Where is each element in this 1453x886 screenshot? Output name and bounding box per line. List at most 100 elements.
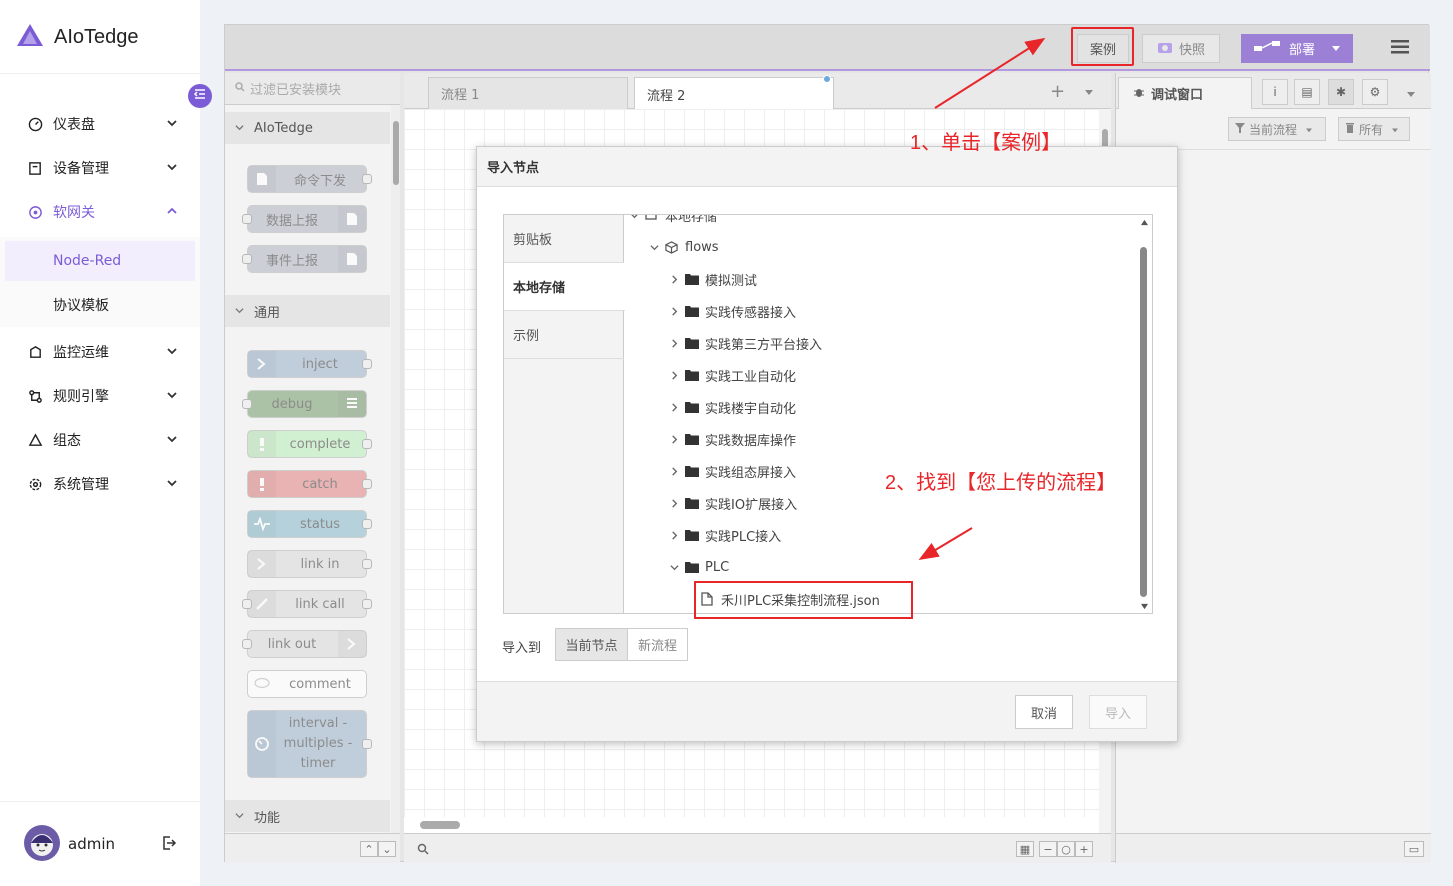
tree-folder[interactable]: 模拟测试 xyxy=(625,263,1135,295)
folder-icon xyxy=(685,465,699,477)
palette-node-catch[interactable]: catch xyxy=(247,470,372,498)
import-current-flow-button[interactable]: 当前节点 xyxy=(555,628,628,661)
palette-node-command[interactable]: 命令下发 xyxy=(247,165,372,193)
sidebar-item-devices[interactable]: 设备管理 xyxy=(0,146,200,190)
snapshot-button[interactable]: 快照 xyxy=(1142,34,1220,63)
zoom-reset-button[interactable]: ○ xyxy=(1057,841,1075,857)
tree-folder[interactable]: 实践传感器接入 xyxy=(625,295,1135,327)
library-tabs: 剪贴板 本地存储 示例 xyxy=(504,215,625,613)
sidebar-subitem-protocol-template[interactable]: 协议模板 xyxy=(0,285,200,325)
palette-node-comment[interactable]: comment xyxy=(247,670,367,698)
palette-node-interval-timer[interactable]: interval - multiples - timer xyxy=(247,710,372,778)
palette-scrollbar[interactable] xyxy=(391,105,400,863)
tree-scrollbar[interactable] xyxy=(1137,215,1152,613)
palette-category-common[interactable]: 通用 xyxy=(225,295,390,327)
filter-current-flow[interactable]: 当前流程 xyxy=(1228,117,1326,141)
input-port[interactable] xyxy=(242,599,252,609)
import-button[interactable]: 导入 xyxy=(1089,695,1147,729)
sidebar-item-dashboard[interactable]: 仪表盘 xyxy=(0,102,200,146)
palette-category-function[interactable]: 功能 xyxy=(225,800,390,832)
output-port[interactable] xyxy=(362,479,372,489)
logout-icon[interactable] xyxy=(160,834,178,856)
tab-examples[interactable]: 示例 xyxy=(504,311,624,359)
expand-all-button[interactable]: ⌄ xyxy=(378,841,396,857)
input-port[interactable] xyxy=(242,399,252,409)
palette-node-link-call[interactable]: link call xyxy=(242,590,372,618)
filter-icon xyxy=(1235,122,1245,136)
map-icon[interactable]: ▦ xyxy=(1016,841,1034,857)
palette-node-link-in[interactable]: link in xyxy=(247,550,372,578)
palette-node-event-report[interactable]: 事件上报 xyxy=(242,245,367,273)
avatar[interactable] xyxy=(24,825,60,861)
tree-folder[interactable]: 实践数据库操作 xyxy=(625,423,1135,455)
palette-node-status[interactable]: status xyxy=(247,510,372,538)
sidebar-footer: ▭ xyxy=(1116,833,1431,863)
tree-root[interactable]: 本地存储 xyxy=(625,215,1135,231)
tab-flow-1[interactable]: 流程 1 xyxy=(428,77,628,109)
chevron-down-icon xyxy=(667,563,681,572)
collapse-all-button[interactable]: ⌃ xyxy=(360,841,378,857)
tab-list-caret-icon[interactable] xyxy=(1084,85,1094,100)
output-port[interactable] xyxy=(362,174,372,184)
palette-node-link-out[interactable]: link out xyxy=(242,630,367,658)
palette-node-label: status xyxy=(300,516,340,532)
palette-node-debug[interactable]: debug xyxy=(242,390,367,418)
tab-flow-2[interactable]: 流程 2 xyxy=(634,75,834,110)
main-menu-button[interactable] xyxy=(1385,34,1415,63)
zoom-out-button[interactable]: − xyxy=(1039,841,1057,857)
input-port[interactable] xyxy=(242,639,252,649)
book-icon[interactable]: ▤ xyxy=(1294,79,1320,105)
output-port[interactable] xyxy=(362,359,372,369)
tab-label: 流程 2 xyxy=(647,88,686,104)
sidebar-subitem-node-red[interactable]: Node-Red xyxy=(5,241,195,281)
sidebar-item-rules[interactable]: 规则引擎 xyxy=(0,374,200,418)
monitor-icon[interactable]: ▭ xyxy=(1404,841,1424,857)
output-port[interactable] xyxy=(362,519,372,529)
tree-folder[interactable]: 实践第三方平台接入 xyxy=(625,327,1135,359)
chevron-down-icon xyxy=(166,389,178,405)
input-port[interactable] xyxy=(242,254,252,264)
chevron-down-icon xyxy=(166,117,178,133)
palette-node-data-report[interactable]: 数据上报 xyxy=(242,205,367,233)
bug-tab-icon[interactable]: ✱ xyxy=(1328,79,1354,105)
tree-folder[interactable]: 实践PLC接入 xyxy=(625,519,1135,551)
palette-node-complete[interactable]: complete xyxy=(247,430,372,458)
output-port[interactable] xyxy=(362,739,372,749)
deploy-button[interactable]: 部署 xyxy=(1241,34,1353,63)
palette-scroll-thumb[interactable] xyxy=(393,121,399,185)
add-tab-icon[interactable]: + xyxy=(1050,81,1065,102)
gauge-icon xyxy=(27,116,43,132)
tab-local-storage[interactable]: 本地存储 xyxy=(504,263,625,311)
search-icon[interactable] xyxy=(414,841,432,857)
sidebar-item-gateway[interactable]: 软网关 xyxy=(0,190,200,234)
import-new-flow-button[interactable]: 新流程 xyxy=(627,628,688,661)
output-port[interactable] xyxy=(362,599,372,609)
palette-category-aiotedge[interactable]: AIoTedge xyxy=(225,112,390,144)
tree-folder[interactable]: PLC xyxy=(625,551,1135,583)
cancel-button[interactable]: 取消 xyxy=(1015,695,1073,729)
output-port[interactable] xyxy=(362,559,372,569)
tab-clipboard[interactable]: 剪贴板 xyxy=(504,215,624,263)
sidebar-item-system[interactable]: 系统管理 xyxy=(0,462,200,506)
tree-flows-folder[interactable]: flows xyxy=(625,231,1135,263)
output-port[interactable] xyxy=(362,439,372,449)
folder-icon xyxy=(685,529,699,541)
input-port[interactable] xyxy=(242,214,252,224)
sidebar-item-scada[interactable]: 组态 xyxy=(0,418,200,462)
zoom-in-button[interactable]: + xyxy=(1075,841,1093,857)
canvas-hscroll-thumb[interactable] xyxy=(420,821,460,829)
gear-icon[interactable]: ⚙ xyxy=(1362,79,1388,105)
sidebar-item-monitoring[interactable]: 监控运维 xyxy=(0,330,200,374)
collapse-sidebar-button[interactable] xyxy=(188,84,212,108)
brand[interactable]: AIoTedge xyxy=(16,22,139,52)
tree-folder[interactable]: 实践楼宇自动化 xyxy=(625,391,1135,423)
palette-filter-input[interactable]: 过滤已安装模块 xyxy=(225,73,400,105)
recycle-icon xyxy=(27,432,43,448)
tree-folder[interactable]: 实践工业自动化 xyxy=(625,359,1135,391)
exclamation-icon xyxy=(248,431,276,457)
filter-all[interactable]: 所有 xyxy=(1338,117,1410,141)
palette-node-inject[interactable]: inject xyxy=(247,350,372,378)
tab-debug[interactable]: 调试窗口 xyxy=(1118,77,1252,109)
info-icon[interactable]: i xyxy=(1262,79,1288,105)
caret-down-icon[interactable] xyxy=(1406,87,1416,102)
